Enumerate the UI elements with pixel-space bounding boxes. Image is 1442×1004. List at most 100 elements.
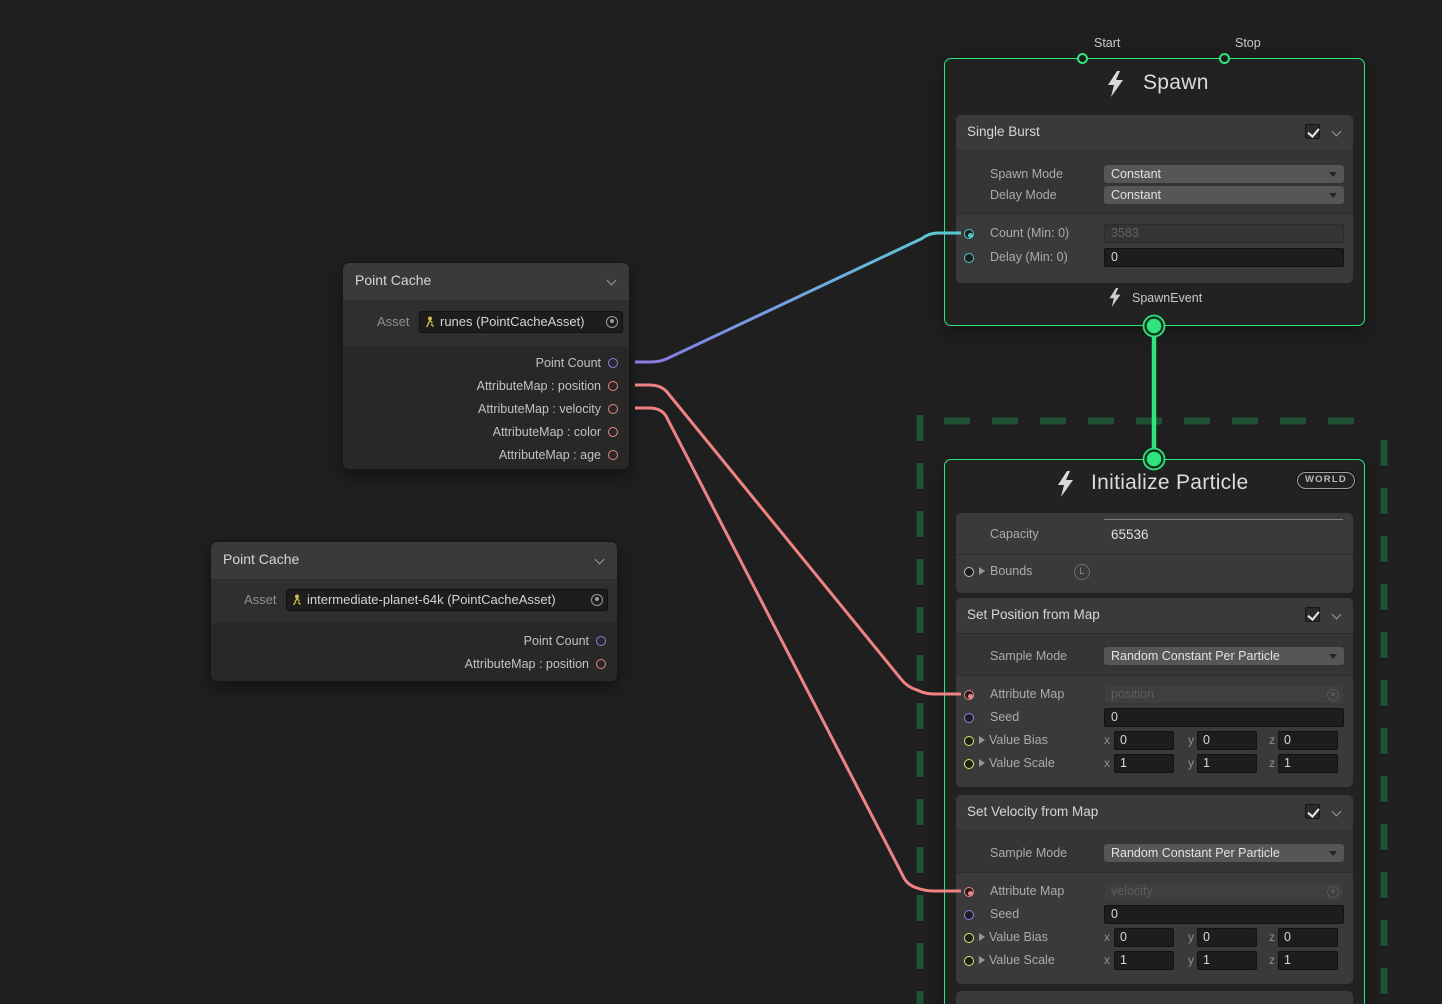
flow-port-start[interactable] xyxy=(1077,53,1088,64)
block-enabled-checkbox[interactable] xyxy=(1305,804,1320,819)
y-axis-label: y xyxy=(1188,733,1194,747)
output-label: AttributeMap : velocity xyxy=(478,402,601,416)
z-field[interactable]: 0 xyxy=(1278,731,1338,750)
asset-object-field[interactable]: runes (PointCacheAsset) xyxy=(419,311,623,333)
vfx-graph-canvas[interactable]: Point Cache Asset runes (PointCacheAsset… xyxy=(0,0,1442,1004)
attribute-map-value: velocity xyxy=(1111,884,1153,898)
output-row[interactable]: Point Count xyxy=(343,351,629,374)
value-scale-row: Value Scale x 1 y 1 z 1 xyxy=(956,752,1353,775)
block-header[interactable]: Single Burst xyxy=(956,115,1353,150)
settings-section: Sample Mode Random Constant Per Particle xyxy=(956,634,1353,675)
flow-port-stop[interactable] xyxy=(1219,53,1230,64)
set-position-from-map-block[interactable]: Set Position from Map Sample Mode Random… xyxy=(956,598,1353,787)
y-field[interactable]: 0 xyxy=(1197,731,1257,750)
x-axis-label: x xyxy=(1104,733,1110,747)
expander-arrow-icon[interactable] xyxy=(979,759,985,767)
block-enabled-checkbox[interactable] xyxy=(1305,124,1320,139)
expander-arrow-icon[interactable] xyxy=(979,933,985,941)
spawn-context-node[interactable]: Spawn Single Burst Spawn Mode Constant D… xyxy=(944,58,1365,326)
output-row[interactable]: Point Count xyxy=(211,629,617,652)
output-port-attributemap-velocity[interactable] xyxy=(608,404,618,414)
output-row[interactable]: AttributeMap : color xyxy=(343,420,629,443)
chevron-down-icon[interactable] xyxy=(1333,808,1342,817)
x-axis-label: x xyxy=(1104,953,1110,967)
sample-mode-dropdown[interactable]: Random Constant Per Particle xyxy=(1104,844,1344,862)
expander-arrow-icon[interactable] xyxy=(979,736,985,744)
block-header[interactable]: Set Position from Map xyxy=(956,598,1353,633)
chevron-down-icon[interactable] xyxy=(1333,611,1342,620)
divider xyxy=(956,675,1353,676)
local-space-icon[interactable]: L xyxy=(1074,564,1090,580)
block-header[interactable]: Set Velocity from Map xyxy=(956,795,1353,830)
chevron-down-icon[interactable] xyxy=(596,556,605,565)
output-port-point-count[interactable] xyxy=(596,636,606,646)
input-port-count[interactable] xyxy=(964,229,974,239)
object-picker-icon[interactable] xyxy=(591,594,603,606)
seed-field[interactable]: 0 xyxy=(1104,905,1344,924)
z-field[interactable]: 1 xyxy=(1278,951,1338,970)
y-field[interactable]: 0 xyxy=(1197,928,1257,947)
delay-field[interactable]: 0 xyxy=(1104,248,1344,267)
attribute-map-field[interactable]: position xyxy=(1104,685,1344,704)
attribute-map-field[interactable]: velocity xyxy=(1104,882,1344,901)
x-field[interactable]: 0 xyxy=(1114,928,1174,947)
seed-row: Seed 0 xyxy=(956,706,1353,729)
input-label: Value Bias xyxy=(989,733,1048,747)
output-row[interactable]: AttributeMap : position xyxy=(343,374,629,397)
seed-field[interactable]: 0 xyxy=(1104,708,1344,727)
x-field[interactable]: 1 xyxy=(1114,754,1174,773)
attribute-map-row: Attribute Map velocity xyxy=(956,880,1353,903)
capacity-label: Capacity xyxy=(990,527,1039,541)
asset-object-field[interactable]: intermediate-planet-64k (PointCacheAsset… xyxy=(286,589,608,611)
node-header[interactable]: Point Cache xyxy=(211,542,617,579)
delay-mode-dropdown[interactable]: Constant xyxy=(1104,186,1344,204)
chevron-down-icon[interactable] xyxy=(608,277,617,286)
y-field[interactable]: 1 xyxy=(1197,951,1257,970)
attribute-map-value: position xyxy=(1111,687,1154,701)
input-port-seed[interactable] xyxy=(964,713,974,723)
expander-arrow-icon[interactable] xyxy=(979,956,985,964)
block-enabled-checkbox[interactable] xyxy=(1305,607,1320,622)
input-port-value-bias[interactable] xyxy=(964,933,974,943)
spawn-mode-dropdown[interactable]: Constant xyxy=(1104,165,1344,183)
point-cache-node-2[interactable]: Point Cache Asset intermediate-planet-64… xyxy=(210,541,618,682)
point-cache-node-1[interactable]: Point Cache Asset runes (PointCacheAsset… xyxy=(342,262,630,470)
output-port-attributemap-age[interactable] xyxy=(608,450,618,460)
space-badge[interactable]: WORLD xyxy=(1297,472,1355,489)
output-port-point-count[interactable] xyxy=(608,358,618,368)
bounds-label: Bounds xyxy=(990,564,1032,578)
input-port-attribute-map[interactable] xyxy=(964,887,974,897)
output-row[interactable]: AttributeMap : age xyxy=(343,443,629,466)
capacity-field[interactable]: 65536 xyxy=(1104,525,1344,544)
set-velocity-from-map-block[interactable]: Set Velocity from Map Sample Mode Random… xyxy=(956,795,1353,984)
count-field[interactable]: 3583 xyxy=(1104,224,1344,243)
position-sphere-block[interactable]: Position (Sphere) xyxy=(956,991,1353,1004)
input-port-value-bias[interactable] xyxy=(964,736,974,746)
input-port-value-scale[interactable] xyxy=(964,956,974,966)
output-port-attributemap-color[interactable] xyxy=(608,427,618,437)
sample-mode-dropdown[interactable]: Random Constant Per Particle xyxy=(1104,647,1344,665)
output-port-attributemap-position[interactable] xyxy=(596,659,606,669)
input-port-bounds[interactable] xyxy=(964,567,974,577)
x-field[interactable]: 1 xyxy=(1114,951,1174,970)
chevron-down-icon[interactable] xyxy=(1333,128,1342,137)
z-field[interactable]: 1 xyxy=(1278,754,1338,773)
output-port-attributemap-position[interactable] xyxy=(608,381,618,391)
initialize-particle-context-node[interactable]: Initialize Particle WORLD Capacity 65536… xyxy=(944,459,1365,1004)
single-burst-block[interactable]: Single Burst Spawn Mode Constant Delay M… xyxy=(956,115,1353,283)
input-port-delay[interactable] xyxy=(964,253,974,263)
x-field[interactable]: 0 xyxy=(1114,731,1174,750)
input-port-value-scale[interactable] xyxy=(964,759,974,769)
expander-arrow-icon[interactable] xyxy=(979,567,985,575)
input-port-attribute-map[interactable] xyxy=(964,690,974,700)
output-row[interactable]: AttributeMap : position xyxy=(211,652,617,675)
y-field[interactable]: 1 xyxy=(1197,754,1257,773)
z-field[interactable]: 0 xyxy=(1278,928,1338,947)
block-header[interactable]: Position (Sphere) xyxy=(956,991,1353,1004)
output-row[interactable]: AttributeMap : velocity xyxy=(343,397,629,420)
flow-input-label-start: Start xyxy=(1094,36,1120,50)
node-header[interactable]: Point Cache xyxy=(343,263,629,300)
input-port-seed[interactable] xyxy=(964,910,974,920)
object-picker-icon[interactable] xyxy=(606,316,618,328)
value-scale-row: Value Scale x 1 y 1 z 1 xyxy=(956,949,1353,972)
